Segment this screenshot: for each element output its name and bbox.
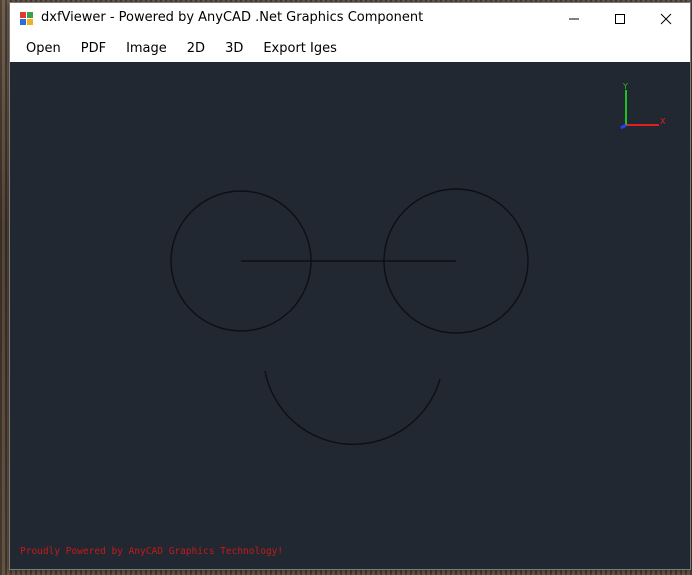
menu-3d[interactable]: 3D — [215, 36, 253, 62]
menu-bar: Open PDF Image 2D 3D Export Iges — [10, 36, 690, 62]
close-icon — [660, 13, 672, 25]
axis-x-label: X — [660, 117, 666, 126]
window-title: dxfViewer - Powered by AnyCAD .Net Graph… — [41, 10, 424, 25]
cad-viewport[interactable]: Y X Proudly Powered by AnyCAD Graphics T… — [10, 62, 690, 569]
app-window: dxfViewer - Powered by AnyCAD .Net Graph… — [9, 2, 691, 570]
minimize-icon — [569, 18, 579, 20]
menu-pdf[interactable]: PDF — [71, 36, 116, 62]
close-button[interactable] — [643, 3, 689, 35]
smile-arc — [264, 370, 441, 446]
axis-z-line — [620, 123, 627, 130]
app-icon — [20, 12, 33, 25]
minimize-button[interactable] — [551, 3, 597, 35]
axis-gizmo: Y X — [620, 82, 666, 130]
menu-2d[interactable]: 2D — [177, 36, 215, 62]
axis-y-label: Y — [622, 82, 628, 91]
drawing-canvas[interactable]: Y X — [10, 62, 690, 569]
maximize-button[interactable] — [597, 3, 643, 35]
menu-export-iges[interactable]: Export Iges — [253, 36, 347, 62]
menu-open[interactable]: Open — [16, 36, 71, 62]
menu-image[interactable]: Image — [116, 36, 177, 62]
title-bar[interactable]: dxfViewer - Powered by AnyCAD .Net Graph… — [10, 3, 690, 35]
maximize-icon — [615, 14, 625, 24]
watermark-text: Proudly Powered by AnyCAD Graphics Techn… — [20, 546, 284, 557]
